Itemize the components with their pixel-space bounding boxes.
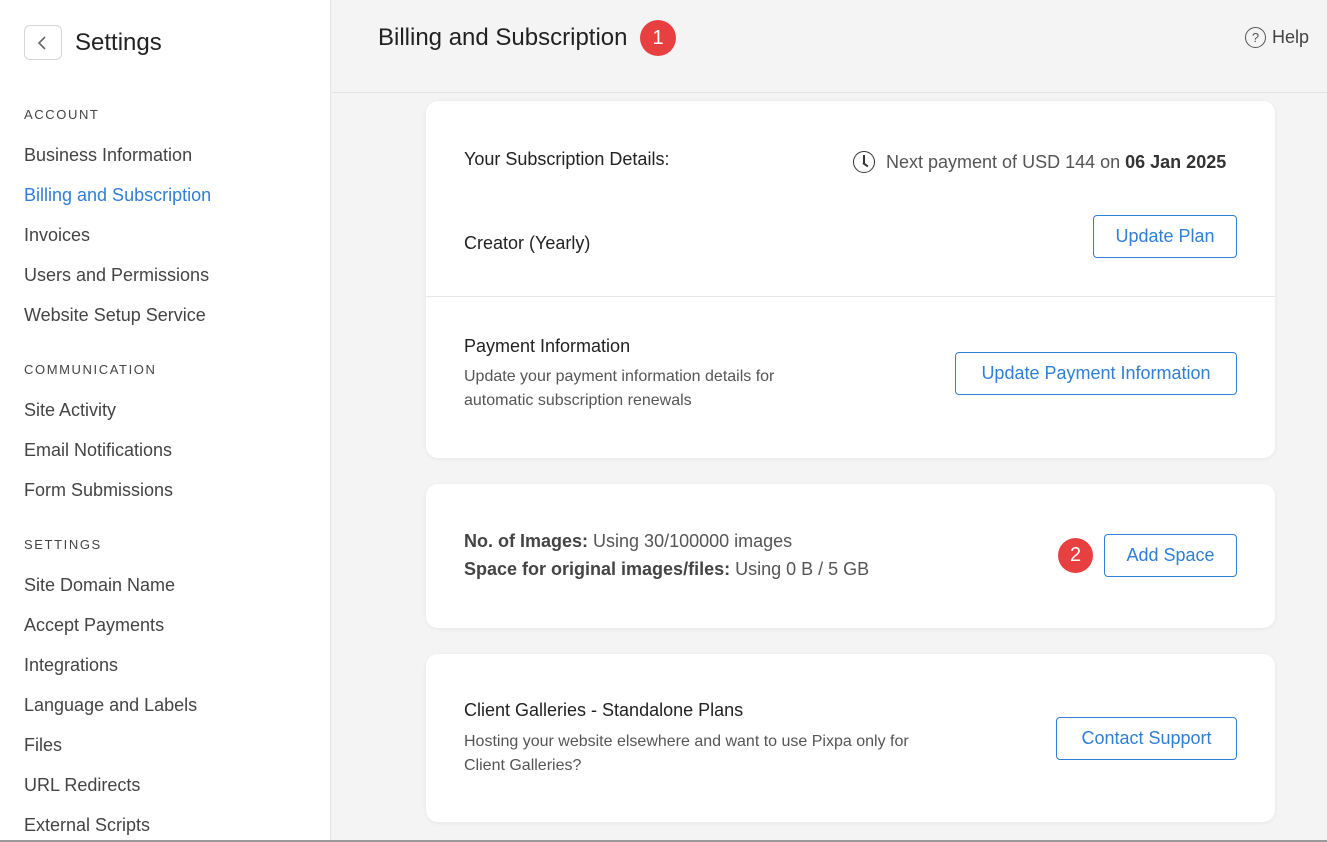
add-space-button[interactable]: Add Space bbox=[1104, 534, 1237, 577]
plan-name: Creator (Yearly) bbox=[464, 233, 591, 253]
images-label: No. of Images: bbox=[464, 531, 589, 551]
sidebar-item-integrations[interactable]: Integrations bbox=[24, 655, 118, 676]
sidebar-item-files[interactable]: Files bbox=[24, 735, 62, 756]
sidebar-header: Settings bbox=[24, 25, 162, 60]
galleries-heading: Client Galleries - Standalone Plans bbox=[464, 700, 744, 720]
galleries-description-line2: Client Galleries? bbox=[464, 757, 582, 774]
sidebar-item-form-submissions[interactable]: Form Submissions bbox=[24, 480, 173, 501]
images-usage: No. of Images: Using 30/100000 images bbox=[464, 531, 792, 552]
sidebar-item-accept-payments[interactable]: Accept Payments bbox=[24, 615, 164, 636]
galleries-description-line1: Hosting your website elsewhere and want … bbox=[464, 733, 909, 750]
section-heading-settings: SETTINGS bbox=[24, 537, 102, 552]
sidebar-item-users-and-permissions[interactable]: Users and Permissions bbox=[24, 265, 209, 286]
update-plan-button[interactable]: Update Plan bbox=[1093, 215, 1237, 258]
subscription-heading: Your Subscription Details: bbox=[464, 149, 670, 169]
images-value: Using 30/100000 images bbox=[593, 531, 793, 551]
question-circle-icon: ? bbox=[1244, 27, 1266, 48]
chevron-left-icon bbox=[37, 35, 46, 50]
sidebar: Settings ACCOUNT Business Information Bi… bbox=[0, 0, 331, 842]
divider bbox=[426, 296, 1275, 297]
sidebar-item-email-notifications[interactable]: Email Notifications bbox=[24, 440, 172, 461]
sidebar-item-billing-and-subscription[interactable]: Billing and Subscription bbox=[24, 185, 211, 206]
next-payment-prefix: Next payment of USD 144 on bbox=[886, 152, 1121, 172]
space-label: Space for original images/files: bbox=[464, 559, 731, 579]
sidebar-title: Settings bbox=[75, 28, 162, 56]
sidebar-item-language-and-labels[interactable]: Language and Labels bbox=[24, 695, 197, 716]
sidebar-item-url-redirects[interactable]: URL Redirects bbox=[24, 775, 140, 796]
step-badge-2: 2 bbox=[1058, 538, 1093, 573]
storage-card: No. of Images: Using 30/100000 images Sp… bbox=[426, 484, 1275, 628]
next-payment-date: 06 Jan 2025 bbox=[1125, 152, 1227, 172]
sidebar-item-external-scripts[interactable]: External Scripts bbox=[24, 815, 150, 836]
sidebar-item-site-activity[interactable]: Site Activity bbox=[24, 400, 116, 421]
page-header: Billing and Subscription 1 ? Help bbox=[332, 0, 1327, 93]
space-usage: Space for original images/files: Using 0… bbox=[464, 559, 869, 580]
help-label: Help bbox=[1271, 27, 1309, 47]
back-button[interactable] bbox=[24, 25, 62, 60]
clock-icon bbox=[853, 151, 875, 173]
sidebar-item-business-information[interactable]: Business Information bbox=[24, 145, 192, 166]
help-link[interactable]: ? Help bbox=[1244, 27, 1309, 48]
payment-heading: Payment Information bbox=[464, 336, 631, 356]
page-title: Billing and Subscription bbox=[378, 24, 628, 51]
next-payment-info: Next payment of USD 144 on 06 Jan 2025 bbox=[886, 152, 1226, 173]
sidebar-item-site-domain-name[interactable]: Site Domain Name bbox=[24, 575, 175, 596]
section-heading-communication: COMMUNICATION bbox=[24, 362, 157, 377]
contact-support-button[interactable]: Contact Support bbox=[1056, 717, 1237, 760]
section-heading-account: ACCOUNT bbox=[24, 107, 100, 122]
payment-description-line1: Update your payment information details … bbox=[464, 368, 775, 385]
sidebar-item-invoices[interactable]: Invoices bbox=[24, 225, 90, 246]
step-badge-1: 1 bbox=[640, 20, 676, 56]
payment-description-line2: automatic subscription renewals bbox=[464, 392, 692, 409]
subscription-card: Your Subscription Details: Next payment … bbox=[426, 101, 1275, 458]
space-value: Using 0 B / 5 GB bbox=[735, 559, 870, 579]
client-galleries-card: Client Galleries - Standalone Plans Host… bbox=[426, 654, 1275, 822]
sidebar-item-website-setup-service[interactable]: Website Setup Service bbox=[24, 305, 206, 326]
update-payment-information-button[interactable]: Update Payment Information bbox=[955, 352, 1237, 395]
